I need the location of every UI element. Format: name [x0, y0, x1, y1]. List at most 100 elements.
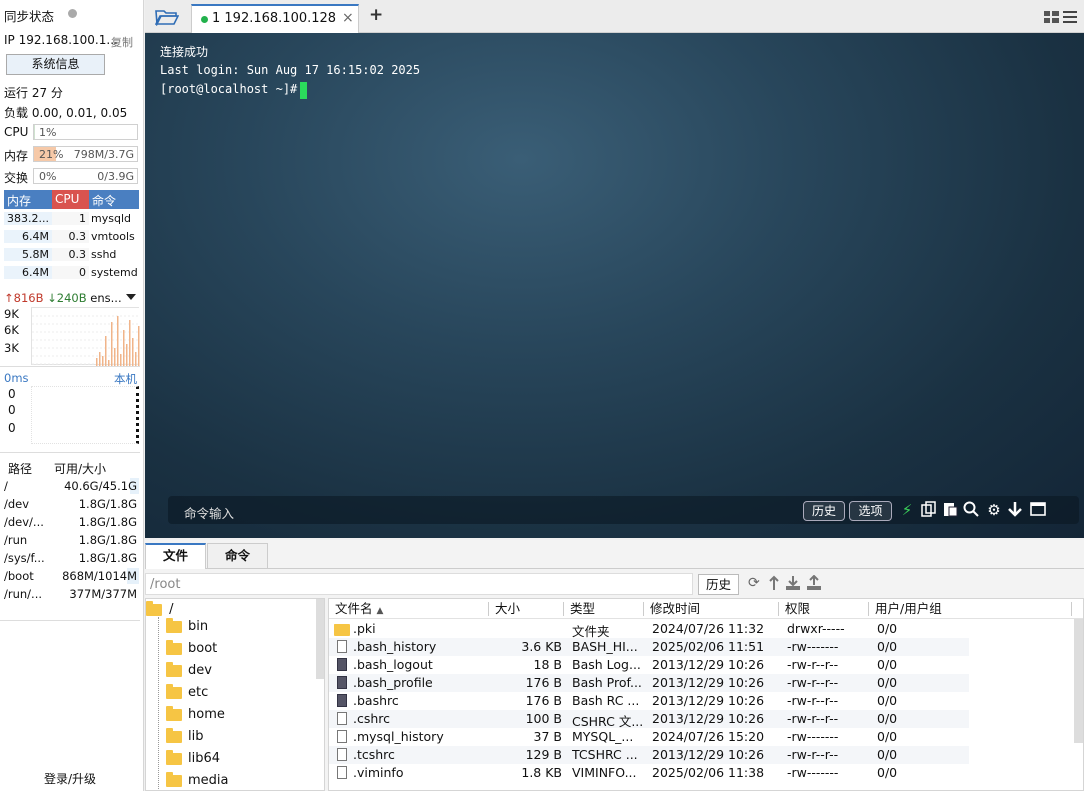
disk-path: /run [4, 533, 28, 547]
menu-icon[interactable] [1063, 10, 1077, 26]
terminal-options-button[interactable]: 选项 [849, 501, 892, 521]
tree-root[interactable]: / [146, 600, 174, 617]
file-modified: 2024/07/26 15:20 [652, 729, 765, 744]
column-name[interactable]: 文件名 ▲ [335, 599, 383, 619]
network-traffic-bar [135, 352, 137, 366]
file-row[interactable]: .bash_logout 18 B Bash Log... 2013/12/29 10… [329, 656, 969, 674]
folder-icon [166, 639, 182, 655]
paste-icon[interactable] [941, 501, 959, 519]
process-row[interactable]: 5.8M 0.3 sshd [4, 245, 139, 263]
file-name: .bash_profile [353, 675, 433, 690]
proc-header-mem[interactable]: 内存 [4, 190, 52, 209]
file-type: Bash Log... [572, 657, 641, 672]
lightning-icon[interactable]: ⚡ [898, 501, 916, 519]
file-type: VIMINFO... [572, 765, 637, 780]
tree-guide-line [158, 617, 159, 790]
tab-files[interactable]: 文件 [145, 543, 206, 569]
column-size[interactable]: 大小 [495, 599, 520, 619]
folder-open-icon[interactable] [154, 8, 180, 29]
disk-header-size[interactable]: 可用/大小 [52, 460, 106, 477]
search-icon[interactable] [962, 501, 980, 519]
maximize-icon[interactable] [1029, 501, 1047, 519]
tree-scrollbar[interactable] [316, 599, 324, 679]
process-row[interactable]: 6.4M 0.3 vmtools [4, 227, 139, 245]
file-row[interactable]: .bash_profile 176 B Bash Prof... 2013/12/29… [329, 674, 969, 692]
add-tab-icon[interactable]: + [369, 5, 383, 25]
latency-host[interactable]: 本机 [114, 371, 137, 387]
close-tab-icon[interactable]: × [342, 10, 354, 26]
file-list-scrollbar[interactable] [1074, 619, 1083, 743]
proc-header-cpu[interactable]: CPU [52, 190, 89, 209]
tree-item-home[interactable]: home [166, 705, 225, 729]
tree-item-etc[interactable]: etc [166, 683, 209, 707]
file-type: Bash RC ... [572, 693, 640, 708]
tree-item-bin[interactable]: bin [166, 617, 208, 641]
file-type: TCSHRC ... [572, 747, 638, 762]
tree-item-lib64[interactable]: lib64 [166, 749, 220, 773]
disk-row[interactable]: /boot 868M/1014M [4, 567, 139, 585]
process-row[interactable]: 383.2... 1 mysqld [4, 209, 139, 227]
arrow-down-icon[interactable] [1006, 501, 1024, 519]
session-tab-active[interactable]: 1 192.168.100.128 × [191, 4, 359, 34]
file-icon [337, 640, 347, 653]
command-input[interactable]: 命令输入 [184, 503, 234, 522]
file-row[interactable]: .cshrc 100 B CSHRC 文... 2013/12/29 10:26 -rw… [329, 710, 969, 729]
folder-icon [166, 727, 182, 743]
file-name: .cshrc [353, 711, 391, 726]
proc-header-cmd[interactable]: 命令 [89, 190, 139, 209]
file-row[interactable]: .viminfo 1.8 KB VIMINFO... 2025/02/06 11:38… [329, 764, 969, 782]
tree-item-lib[interactable]: lib [166, 727, 203, 751]
tree-item-media[interactable]: media [166, 771, 229, 790]
disk-header-path[interactable]: 路径 [4, 460, 52, 477]
disk-row[interactable]: / 40.6G/45.1G [4, 477, 139, 495]
tree-item-dev[interactable]: dev [166, 661, 212, 685]
path-input[interactable]: /root [145, 573, 693, 595]
column-owner[interactable]: 用户/用户组 [875, 599, 942, 619]
up-directory-icon[interactable] [768, 575, 780, 594]
login-upgrade-link[interactable]: 登录/升级 [0, 770, 140, 787]
network-tick-9k: 9K [4, 307, 19, 321]
file-name: .bash_history [353, 639, 437, 654]
interface-dropdown-icon[interactable] [126, 294, 136, 300]
disk-row[interactable]: /dev/... 1.8G/1.8G [4, 513, 139, 531]
grid-layout-icon[interactable] [1044, 11, 1059, 26]
process-cpu: 0.3 [52, 247, 89, 261]
gear-icon[interactable]: ⚙ [985, 501, 1003, 519]
memory-value: 21% [39, 148, 64, 161]
folder-icon [334, 624, 350, 636]
latency-chart [31, 386, 139, 444]
disk-row[interactable]: /run/... 377M/377M [4, 585, 139, 603]
file-row[interactable]: .mysql_history 37 B MYSQL_... 2024/07/26 15… [329, 728, 969, 746]
tree-item-boot[interactable]: boot [166, 639, 217, 663]
file-row[interactable]: .tcshrc 129 B TCSHRC ... 2013/12/29 10:26 -r… [329, 746, 969, 764]
terminal-history-button[interactable]: 历史 [803, 501, 845, 521]
sort-ascending-icon: ▲ [376, 606, 384, 616]
tab-commands[interactable]: 命令 [207, 543, 268, 568]
column-modified[interactable]: 修改时间 [650, 599, 700, 619]
file-panel: 文件 命令 /root 历史 ⟳ / bin boot dev etc home lib l… [145, 540, 1084, 791]
refresh-icon[interactable]: ⟳ [748, 575, 760, 591]
process-cpu: 0 [52, 265, 89, 279]
network-traffic-bar [132, 338, 134, 366]
terminal-cursor [300, 82, 307, 99]
file-row[interactable]: .pki 文件夹 2024/07/26 11:32 drwxr----- 0/0 [329, 620, 969, 639]
copy-ip-link[interactable]: 复制 [111, 34, 133, 50]
column-type[interactable]: 类型 [570, 599, 595, 619]
network-interface[interactable]: ens... [90, 291, 121, 305]
file-row[interactable]: .bashrc 176 B Bash RC ... 2013/12/29 10:26 -… [329, 692, 969, 710]
download-icon[interactable] [785, 575, 801, 594]
copy-icon[interactable] [920, 501, 938, 519]
file-row[interactable]: .bash_history 3.6 KB BASH_HI... 2025/02/06 … [329, 638, 969, 656]
column-permissions[interactable]: 权限 [785, 599, 810, 619]
disk-row[interactable]: /run 1.8G/1.8G [4, 531, 139, 549]
process-row[interactable]: 6.4M 0 systemd [4, 263, 139, 281]
terminal[interactable]: 连接成功 Last login: Sun Aug 17 16:15:02 202… [145, 33, 1084, 538]
upload-icon[interactable] [806, 574, 822, 594]
disk-row[interactable]: /dev 1.8G/1.8G [4, 495, 139, 513]
disk-row[interactable]: /sys/f... 1.8G/1.8G [4, 549, 139, 567]
process-command: sshd [91, 247, 117, 261]
system-info-button[interactable]: 系统信息 [6, 54, 105, 75]
tree-item-label: etc [188, 685, 209, 700]
file-owner: 0/0 [877, 621, 898, 636]
path-history-button[interactable]: 历史 [698, 574, 739, 595]
